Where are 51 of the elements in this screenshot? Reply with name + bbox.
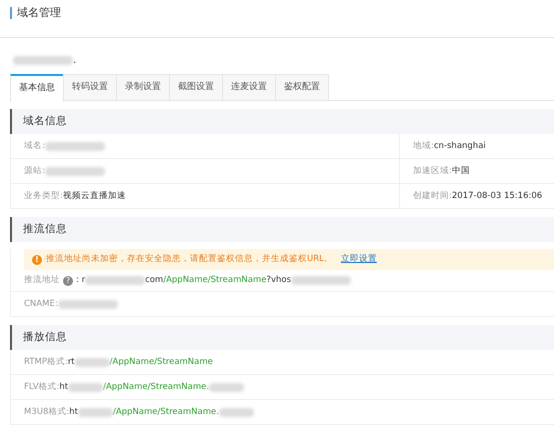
section-header: 播放信息 (10, 325, 554, 350)
field-label: CNAME: (24, 298, 58, 310)
value-text: ht (69, 406, 78, 418)
value-text: . (73, 54, 76, 68)
page-title: 域名管理 (10, 7, 554, 19)
field-label: 域名: (24, 140, 45, 152)
tab[interactable]: 鉴权配置 (275, 74, 329, 100)
field-label: 源站: (24, 164, 45, 178)
path-text: /AppName/StreamName. (112, 406, 219, 418)
redacted-text (68, 382, 104, 392)
value-text: 中国 (452, 164, 470, 178)
value-text: cn-shanghai (434, 140, 486, 152)
value-text: ?vhos (266, 274, 292, 287)
tab[interactable]: 录制设置 (116, 74, 170, 100)
field-label: 推流地址 (24, 274, 60, 287)
path-text: /AppName/StreamName (163, 274, 266, 287)
tab[interactable]: 基本信息 (10, 74, 64, 102)
path-text: /AppName/StreamName. (103, 380, 210, 394)
redacted-text (291, 276, 352, 285)
path-text: /AppName/StreamName (110, 356, 213, 368)
tab[interactable]: 连麦设置 (222, 74, 276, 100)
field-label: 加速区域: (413, 164, 452, 178)
field-label: M3U8格式: (24, 406, 70, 418)
redacted-text (44, 142, 105, 150)
field-label: 创建时间: (413, 190, 452, 202)
alert-message: 推流地址尚未加密，存在安全隐患，请配置鉴权信息，并生成鉴权URL。 (46, 253, 333, 266)
warning-icon: ! (32, 254, 42, 264)
value-text: 视频云直播加速 (62, 190, 126, 202)
value-text: : r (76, 274, 86, 287)
value-text: ht (59, 380, 68, 394)
section-header: 域名信息 (10, 109, 554, 134)
redacted-text (74, 358, 110, 366)
value-text: rt (68, 356, 75, 368)
field-label: FLV格式: (24, 380, 60, 394)
help-icon[interactable]: ? (63, 276, 73, 286)
redacted-text (209, 382, 244, 392)
tab[interactable]: 截图设置 (169, 74, 223, 100)
section-header: 推流信息 (10, 217, 554, 242)
redacted-text (58, 300, 118, 308)
field-label: RTMP格式: (24, 356, 68, 368)
settings-link[interactable]: 立即设置 (340, 253, 377, 266)
value-text: com (145, 274, 164, 287)
redacted-text (85, 276, 146, 285)
redacted-text (44, 166, 105, 176)
redacted-text (13, 56, 73, 64)
redacted-text (78, 408, 113, 416)
field-label: 业务类型: (24, 190, 63, 202)
redacted-text (218, 408, 254, 416)
tab[interactable]: 转码设置 (63, 74, 117, 100)
value-text: 2017-08-03 15:16:06 (452, 190, 542, 202)
field-label: 地域: (413, 140, 434, 152)
